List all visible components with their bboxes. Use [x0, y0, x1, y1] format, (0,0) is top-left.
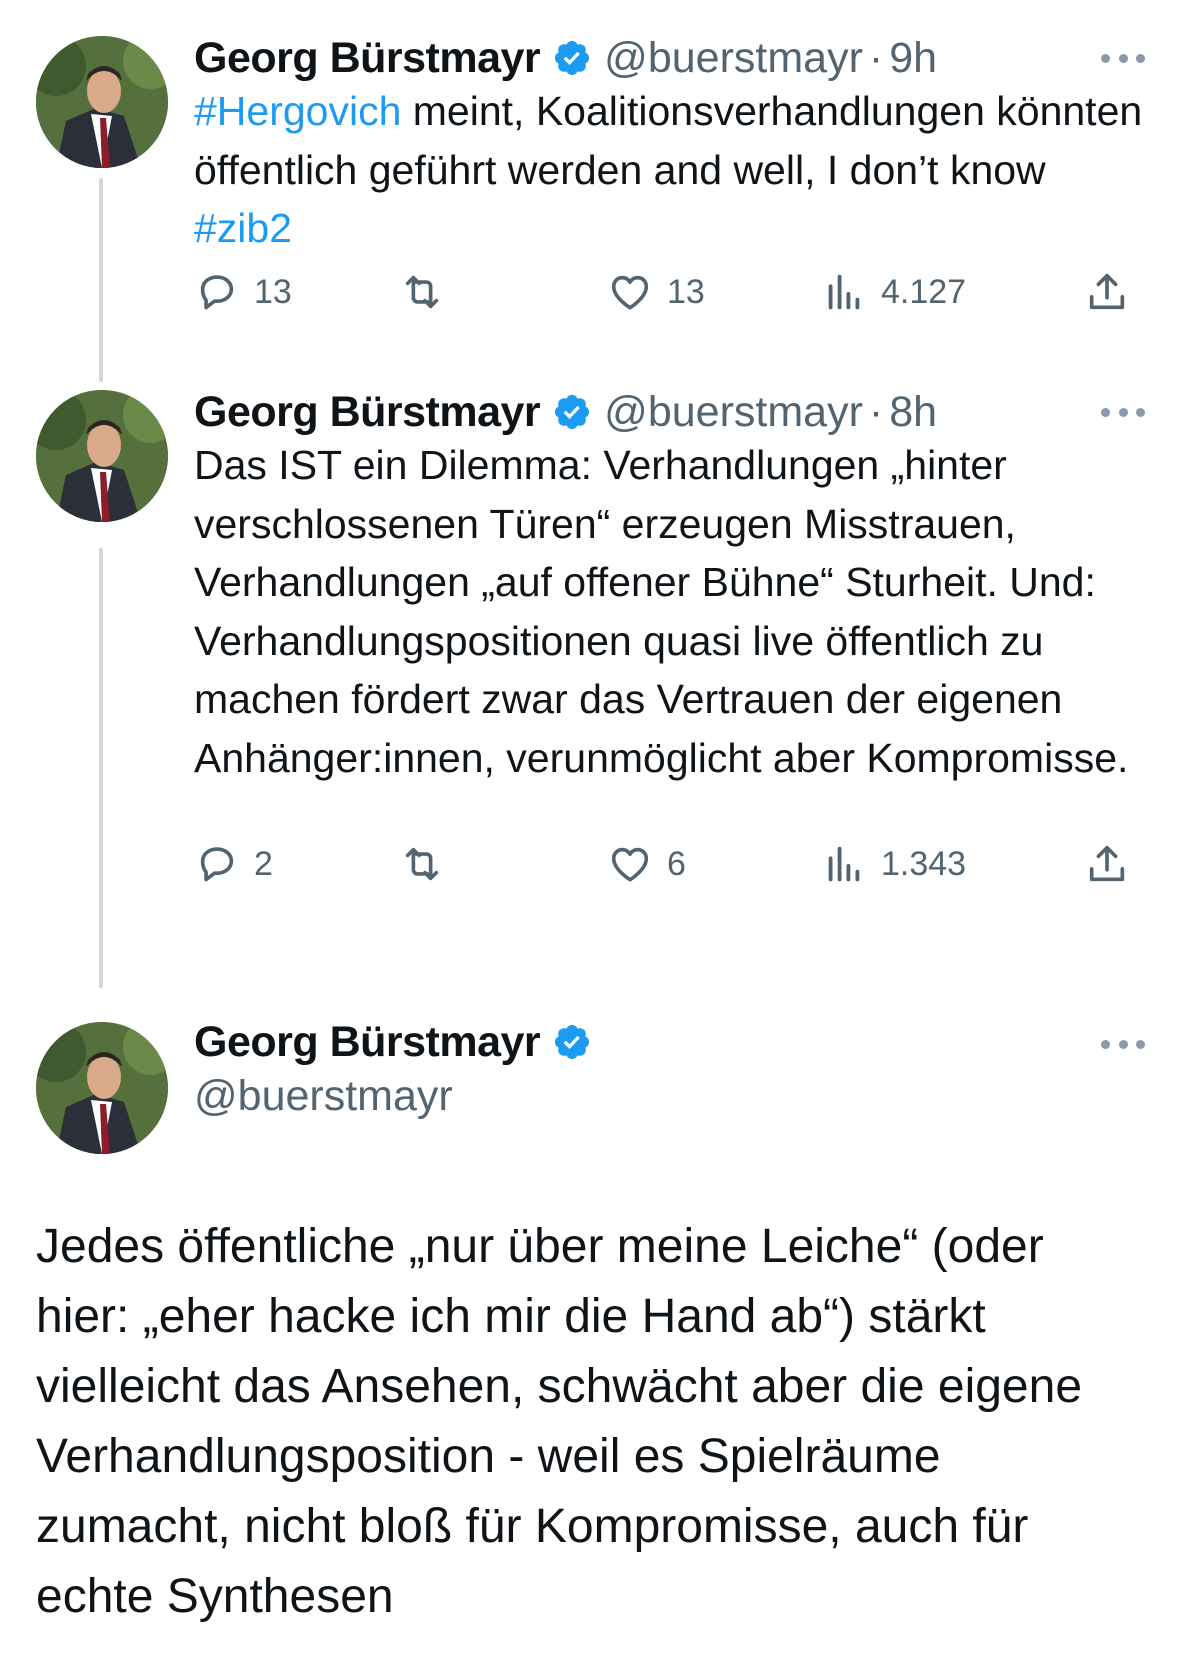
tweet-text: #Hergovich meint, Koalitionsverhandlunge… [194, 82, 1144, 258]
tweet-header: Georg Bürstmayr [194, 1012, 604, 1072]
retweet-icon [405, 275, 439, 309]
like-count: 6 [667, 844, 686, 883]
share-button[interactable] [1084, 262, 1144, 322]
avatar-photo [36, 390, 168, 522]
hashtag-link[interactable]: #Hergovich [194, 88, 401, 134]
reply-count: 13 [254, 272, 292, 311]
author-name[interactable]: Georg Bürstmayr [194, 1018, 541, 1067]
avatar[interactable] [36, 1022, 168, 1154]
like-count: 13 [667, 272, 705, 311]
view-count: 4.127 [881, 272, 967, 311]
retweet-button[interactable] [399, 834, 459, 894]
tweet-header: Georg Bürstmayr @buerstmayr · 8h [194, 384, 937, 440]
author-handle[interactable]: @buerstmayr [604, 388, 863, 437]
retweet-button[interactable] [399, 262, 459, 322]
share-button[interactable] [1084, 834, 1144, 894]
reply-button[interactable]: 2 [194, 834, 273, 894]
tweet-text: Jedes öffentliche „nur über meine Leiche… [36, 1220, 1083, 1623]
thread-connector-line [99, 548, 103, 988]
reply-icon [200, 275, 234, 310]
more-options-icon[interactable] [1101, 402, 1145, 422]
verified-badge-icon[interactable] [552, 38, 592, 78]
separator-dot: · [868, 387, 884, 436]
verified-badge-icon[interactable] [552, 1022, 592, 1062]
reply-icon [200, 847, 234, 882]
reply-count: 2 [254, 844, 273, 883]
retweet-icon [405, 847, 439, 881]
timestamp[interactable]: 9h [889, 34, 937, 83]
views-button[interactable]: 4.127 [821, 262, 966, 322]
author-name[interactable]: Georg Bürstmayr [194, 388, 541, 437]
avatar-photo [36, 1022, 168, 1154]
separator-dot: · [868, 33, 884, 82]
share-icon [1089, 845, 1125, 882]
author-handle[interactable]: @buerstmayr [194, 1072, 453, 1121]
heart-icon [611, 847, 649, 882]
reply-button[interactable]: 13 [194, 262, 292, 322]
timestamp[interactable]: 8h [889, 388, 937, 437]
share-icon [1089, 273, 1125, 310]
views-chart-icon [828, 846, 860, 882]
hashtag-link[interactable]: #zib2 [194, 205, 292, 251]
action-bar: 13 13 4.127 [194, 262, 1144, 322]
more-options-icon[interactable] [1101, 1034, 1145, 1054]
verified-badge-icon[interactable] [552, 392, 592, 432]
author-handle[interactable]: @buerstmayr [604, 34, 863, 83]
heart-icon [611, 275, 649, 310]
avatar-photo [36, 36, 168, 168]
author-name[interactable]: Georg Bürstmayr [194, 34, 541, 83]
like-button[interactable]: 6 [607, 834, 686, 894]
thread-connector-line [99, 178, 103, 382]
tweet-header: Georg Bürstmayr @buerstmayr · 9h [194, 30, 937, 86]
more-options-icon[interactable] [1101, 48, 1145, 68]
like-button[interactable]: 13 [607, 262, 705, 322]
view-count: 1.343 [881, 844, 967, 883]
views-button[interactable]: 1.343 [821, 834, 966, 894]
action-bar: 2 6 1.343 [194, 834, 1144, 894]
tweet-text: Das IST ein Dilemma: Verhandlungen „hint… [194, 442, 1129, 781]
avatar[interactable] [36, 36, 168, 168]
avatar[interactable] [36, 390, 168, 522]
views-chart-icon [828, 274, 860, 310]
